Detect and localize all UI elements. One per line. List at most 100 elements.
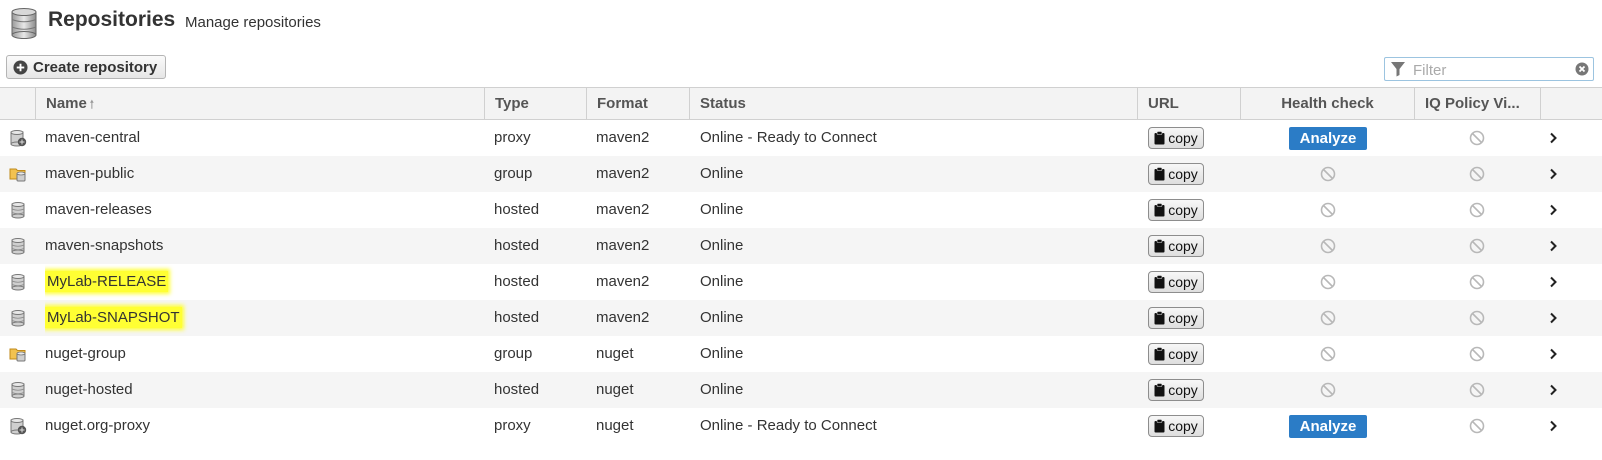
group-repo-icon <box>9 168 26 182</box>
repo-type: proxy <box>494 417 531 434</box>
copy-url-button[interactable]: copy <box>1148 127 1204 149</box>
repo-status: Online <box>700 273 744 290</box>
analyze-button[interactable]: Analyze <box>1289 127 1367 150</box>
hosted-repo-icon <box>11 310 25 327</box>
repo-name: maven-snapshots <box>45 237 164 254</box>
repo-type: proxy <box>494 129 531 146</box>
copy-url-button[interactable]: copy <box>1148 307 1204 329</box>
repo-name-cell: maven-snapshots <box>45 228 475 264</box>
copy-url-button[interactable]: copy <box>1148 415 1204 437</box>
repo-format: maven2 <box>596 273 650 290</box>
column-header-health-check[interactable]: Health check <box>1240 88 1414 119</box>
repositories-grid: Name 🠑 Type Format Status URL Health chec… <box>0 87 1602 444</box>
create-repository-label: Create repository <box>33 58 158 76</box>
column-header-type[interactable]: Type <box>484 88 586 119</box>
repo-name: MyLab-RELEASE <box>45 271 169 292</box>
chevron-right-icon[interactable] <box>1548 132 1558 144</box>
chevron-right-icon[interactable] <box>1548 348 1558 360</box>
column-header-actions <box>1540 88 1602 119</box>
table-row[interactable]: nuget-hosted hosted nuget Online copy <box>0 372 1602 408</box>
copy-url-button[interactable]: copy <box>1148 343 1204 365</box>
repo-type: hosted <box>494 309 540 326</box>
create-repository-button[interactable]: Create repository <box>6 55 167 79</box>
table-row[interactable]: maven-central proxy maven2 Online - Ready t… <box>0 120 1602 156</box>
icon-column-header <box>0 88 35 119</box>
iq-policy-unavailable-icon <box>1469 202 1485 218</box>
group-repo-icon <box>9 348 26 362</box>
proxy-repo-icon <box>10 418 27 435</box>
iq-policy-unavailable-icon <box>1469 382 1485 398</box>
table-row[interactable]: MyLab-SNAPSHOT hosted maven2 Online copy <box>0 300 1602 336</box>
repo-name-cell: nuget-hosted <box>45 372 475 408</box>
repo-name-cell: maven-releases <box>45 192 475 228</box>
filter-field[interactable] <box>1384 57 1594 81</box>
table-row[interactable]: maven-public group maven2 Online copy <box>0 156 1602 192</box>
health-check-unavailable-icon <box>1320 310 1336 326</box>
repo-name-cell: maven-central <box>45 120 475 156</box>
repo-status: Online <box>700 201 744 218</box>
repo-name-cell: nuget-group <box>45 336 475 372</box>
filter-input[interactable] <box>1411 59 1565 81</box>
repo-name-cell: maven-public <box>45 156 475 192</box>
chevron-right-icon[interactable] <box>1548 420 1558 432</box>
copy-label: copy <box>1168 418 1198 434</box>
copy-label: copy <box>1168 202 1198 218</box>
clipboard-icon <box>1154 347 1165 361</box>
copy-label: copy <box>1168 274 1198 290</box>
repo-type: hosted <box>494 381 540 398</box>
repo-format: maven2 <box>596 309 650 326</box>
copy-label: copy <box>1168 382 1198 398</box>
clipboard-icon <box>1154 131 1165 145</box>
iq-policy-unavailable-icon <box>1469 310 1485 326</box>
health-check-unavailable-icon <box>1320 238 1336 254</box>
table-row[interactable]: MyLab-RELEASE hosted maven2 Online copy <box>0 264 1602 300</box>
repo-format: nuget <box>596 417 634 434</box>
repo-type: hosted <box>494 273 540 290</box>
column-header-iq-policy[interactable]: IQ Policy Vi... <box>1414 88 1540 119</box>
column-header-status[interactable]: Status <box>689 88 1137 119</box>
repo-status: Online <box>700 165 744 182</box>
repo-name: maven-releases <box>45 201 152 218</box>
copy-label: copy <box>1168 166 1198 182</box>
chevron-right-icon[interactable] <box>1548 312 1558 324</box>
clipboard-icon <box>1154 203 1165 217</box>
copy-url-button[interactable]: copy <box>1148 235 1204 257</box>
copy-url-button[interactable]: copy <box>1148 199 1204 221</box>
repo-format: maven2 <box>596 129 650 146</box>
repo-type: group <box>494 345 533 362</box>
chevron-right-icon[interactable] <box>1548 384 1558 396</box>
repo-status: Online <box>700 309 744 326</box>
table-row[interactable]: nuget.org-proxy proxy nuget Online - Ready … <box>0 408 1602 444</box>
page-subtitle: Manage repositories <box>185 14 321 31</box>
column-header-url[interactable]: URL <box>1137 88 1240 119</box>
clear-filter-icon[interactable] <box>1575 62 1589 76</box>
copy-url-button[interactable]: copy <box>1148 271 1204 293</box>
proxy-repo-icon <box>10 130 27 147</box>
iq-policy-unavailable-icon <box>1469 274 1485 290</box>
iq-policy-unavailable-icon <box>1469 418 1485 434</box>
copy-label: copy <box>1168 130 1198 146</box>
hosted-repo-icon <box>11 382 25 399</box>
chevron-right-icon[interactable] <box>1548 240 1558 252</box>
chevron-right-icon[interactable] <box>1548 204 1558 216</box>
repo-status: Online <box>700 345 744 362</box>
page-header: Repositories Manage repositories <box>0 0 1602 48</box>
chevron-right-icon[interactable] <box>1548 276 1558 288</box>
analyze-button[interactable]: Analyze <box>1289 415 1367 438</box>
column-header-format[interactable]: Format <box>586 88 689 119</box>
filter-icon <box>1391 62 1405 77</box>
health-check-unavailable-icon <box>1320 274 1336 290</box>
health-check-unavailable-icon <box>1320 202 1336 218</box>
repo-format: nuget <box>596 345 634 362</box>
repo-format: maven2 <box>596 237 650 254</box>
table-row[interactable]: maven-releases hosted maven2 Online copy <box>0 192 1602 228</box>
table-row[interactable]: nuget-group group nuget Online copy <box>0 336 1602 372</box>
repo-name: MyLab-SNAPSHOT <box>45 307 182 328</box>
repo-type: hosted <box>494 201 540 218</box>
table-row[interactable]: maven-snapshots hosted maven2 Online copy <box>0 228 1602 264</box>
chevron-right-icon[interactable] <box>1548 168 1558 180</box>
column-header-name[interactable]: Name 🠑 <box>35 88 484 119</box>
copy-url-button[interactable]: copy <box>1148 379 1204 401</box>
hosted-repo-icon <box>11 274 25 291</box>
copy-url-button[interactable]: copy <box>1148 163 1204 185</box>
